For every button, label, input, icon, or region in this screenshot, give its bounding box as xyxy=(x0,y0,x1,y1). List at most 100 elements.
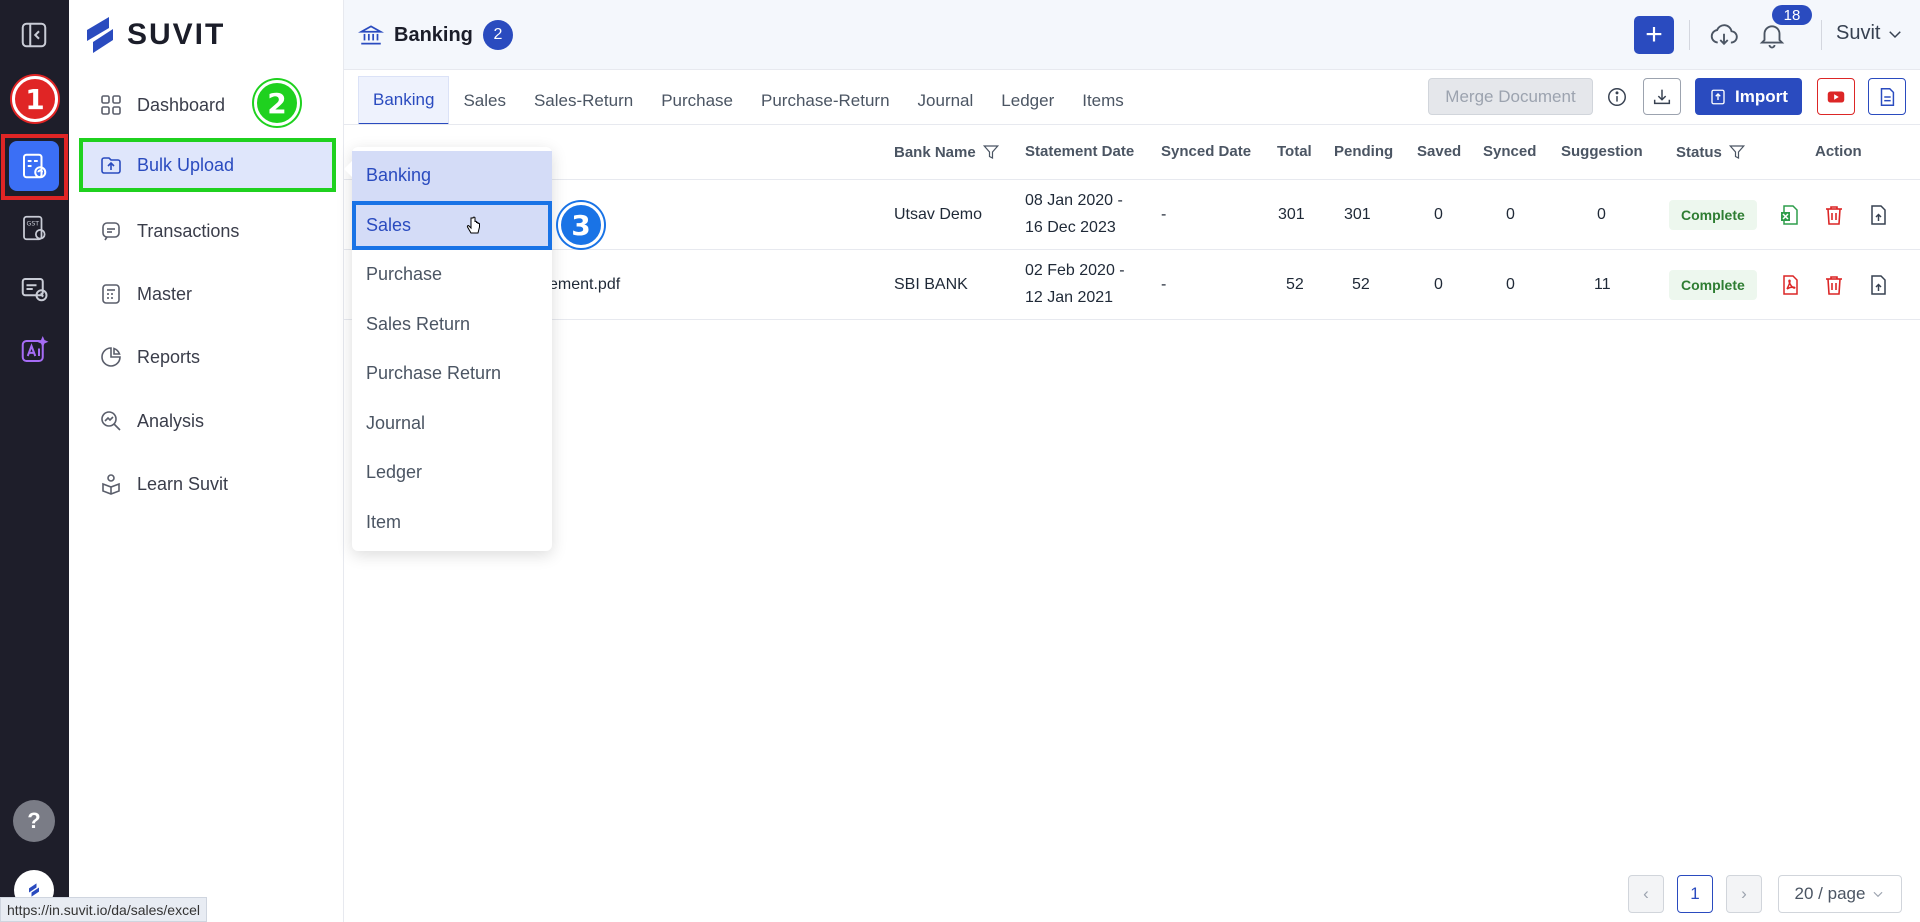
file-name[interactable]: ement.pdf xyxy=(549,272,620,298)
flyout-item-purchase[interactable]: Purchase xyxy=(352,250,552,300)
synced: 0 xyxy=(1506,276,1515,293)
import-button[interactable]: Import xyxy=(1695,78,1802,115)
import-label: Import xyxy=(1735,86,1788,106)
flyout-item-item[interactable]: Item xyxy=(352,498,552,548)
flyout-item-ledger[interactable]: Ledger xyxy=(352,448,552,498)
statement-date-to: 16 Dec 2023 xyxy=(1025,219,1116,236)
synced-date: - xyxy=(1161,276,1167,293)
page-title: Banking 2 xyxy=(358,20,513,50)
tab-journal[interactable]: Journal xyxy=(904,76,988,125)
nav-item-label: Bulk Upload xyxy=(137,154,235,175)
nav-item-label: Analysis xyxy=(137,410,205,431)
column-header-synced: Synced xyxy=(1483,143,1537,160)
nav-item-transactions[interactable]: Transactions xyxy=(79,204,336,258)
column-label: Bank Name xyxy=(894,143,976,161)
file-upload-icon[interactable] xyxy=(1864,201,1892,229)
column-label: Status xyxy=(1676,143,1722,161)
merge-document-button[interactable]: Merge Document xyxy=(1428,78,1593,115)
tab-purchase[interactable]: Purchase xyxy=(647,76,747,125)
nav-item-label: Learn Suvit xyxy=(137,473,229,494)
statement-date-to: 12 Jan 2021 xyxy=(1025,289,1114,306)
document-icon[interactable] xyxy=(1868,78,1906,115)
browser-status-url: https://in.suvit.io/da/sales/excel xyxy=(0,897,207,922)
nav-item-label: Transactions xyxy=(137,220,240,241)
brand[interactable]: SUVIT xyxy=(83,14,225,56)
svg-text:GST: GST xyxy=(27,221,40,228)
notification-count: 18 xyxy=(1772,5,1812,25)
header-divider xyxy=(1689,20,1690,50)
transactions-icon xyxy=(102,222,120,241)
message-clock-icon[interactable] xyxy=(9,264,59,314)
table-header: Bank Name Statement Date Synced Date Tot… xyxy=(344,125,1920,180)
step-2-badge: 2 xyxy=(254,80,300,126)
table-row[interactable]: ement.pdf SBI BANK 02 Feb 2020 - 12 Jan … xyxy=(344,250,1920,320)
help-button[interactable]: ? xyxy=(13,800,55,842)
column-header-bank-name[interactable]: Bank Name xyxy=(894,143,1000,161)
top-bar: Banking 2 + 18 Suvit xyxy=(344,0,1920,70)
tab-banking[interactable]: Banking xyxy=(358,76,450,125)
hand-cursor-icon xyxy=(466,216,480,234)
user-menu[interactable]: Suvit xyxy=(1836,22,1904,45)
chevron-down-icon xyxy=(1873,891,1883,898)
suvit-logo-icon xyxy=(87,17,113,53)
flyout-item-purchase-return[interactable]: Purchase Return xyxy=(352,349,552,399)
delete-icon[interactable] xyxy=(1820,271,1848,299)
tab-ledger[interactable]: Ledger xyxy=(987,76,1068,125)
file-upload-icon[interactable] xyxy=(1864,271,1892,299)
delete-icon[interactable] xyxy=(1820,201,1848,229)
download-icon[interactable] xyxy=(1643,78,1681,115)
nav-item-reports[interactable]: Reports xyxy=(79,330,336,384)
ai-icon[interactable] xyxy=(9,326,59,376)
column-header-synced-date: Synced Date xyxy=(1161,143,1252,160)
column-header-suggestion: Suggestion xyxy=(1561,143,1643,160)
column-header-saved: Saved xyxy=(1417,143,1462,160)
nav-item-master[interactable]: Master xyxy=(79,267,336,321)
tab-sales[interactable]: Sales xyxy=(449,76,520,125)
sidebar-collapse-icon[interactable] xyxy=(9,10,59,60)
chevron-down-icon xyxy=(1889,30,1902,38)
step-3-badge: 3 xyxy=(558,202,604,248)
learn-icon xyxy=(102,474,120,495)
flyout-item-banking[interactable]: Banking xyxy=(352,151,552,201)
step-1-badge: 1 xyxy=(12,76,58,122)
nav-item-learn-suvit[interactable]: Learn Suvit xyxy=(79,457,336,511)
tab-bar: Banking Sales Sales-Return Purchase Purc… xyxy=(358,76,1138,125)
column-header-status[interactable]: Status xyxy=(1676,143,1746,161)
excel-icon[interactable] xyxy=(1776,201,1804,229)
master-icon xyxy=(102,284,120,304)
nav-item-analysis[interactable]: Analysis xyxy=(79,394,336,448)
suggestion: 11 xyxy=(1594,276,1611,293)
gst-icon[interactable]: GST xyxy=(9,203,59,253)
column-header-statement-date: Statement Date xyxy=(1025,143,1135,160)
bulk-upload-flyout-menu: Banking Sales Purchase Sales Return Purc… xyxy=(344,147,552,551)
pending: 301 xyxy=(1344,206,1371,223)
page-size-select[interactable]: 20 / page xyxy=(1778,875,1902,913)
nav-item-label: Master xyxy=(137,283,193,304)
next-page-button[interactable]: › xyxy=(1726,875,1762,913)
step-1-highlight xyxy=(1,134,68,200)
pdf-icon[interactable] xyxy=(1776,271,1804,299)
dashboard-icon xyxy=(101,95,121,115)
tab-items[interactable]: Items xyxy=(1068,76,1138,125)
tab-sales-return[interactable]: Sales-Return xyxy=(520,76,647,125)
add-button[interactable]: + xyxy=(1634,16,1674,54)
previous-page-button[interactable]: ‹ xyxy=(1628,875,1664,913)
filter-icon[interactable] xyxy=(982,143,1000,161)
flyout-item-sales-return[interactable]: Sales Return xyxy=(352,300,552,350)
youtube-icon[interactable] xyxy=(1817,78,1855,115)
nav-item-bulk-upload[interactable]: Bulk Upload xyxy=(79,138,336,192)
page-button-current[interactable]: 1 xyxy=(1677,875,1713,913)
flyout-item-journal[interactable]: Journal xyxy=(352,399,552,449)
info-icon[interactable] xyxy=(1598,78,1636,115)
user-name: Suvit xyxy=(1836,22,1881,44)
flyout-item-sales[interactable]: Sales xyxy=(352,200,552,250)
analysis-icon xyxy=(101,411,121,431)
saved: 0 xyxy=(1434,276,1443,293)
filter-icon[interactable] xyxy=(1728,143,1746,161)
header-divider xyxy=(1821,20,1822,50)
suggestion: 0 xyxy=(1597,206,1606,223)
cloud-download-icon[interactable] xyxy=(1707,18,1741,52)
tab-purchase-return[interactable]: Purchase-Return xyxy=(747,76,904,125)
reports-icon xyxy=(101,347,121,367)
column-header-total: Total xyxy=(1277,143,1312,160)
